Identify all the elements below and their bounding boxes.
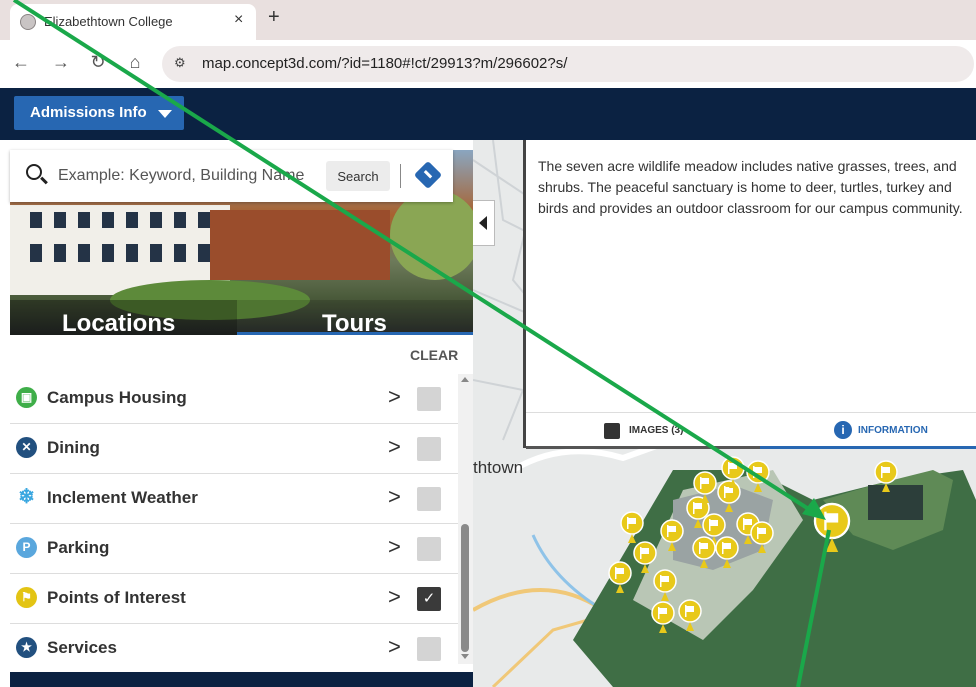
site-info-icon[interactable]: ⚙	[174, 55, 186, 71]
map-place-label: thtown	[473, 458, 524, 477]
url-text[interactable]: map.concept3d.com/?id=1180#!ct/29913?m/2…	[202, 55, 567, 72]
browser-toolbar: ← → ↻ ⌂ ⚙ map.concept3d.com/?id=1180#!ct…	[0, 40, 976, 88]
category-label: Services	[47, 638, 117, 657]
category-row-dining[interactable]: ✕ Dining >	[10, 424, 458, 474]
reload-icon[interactable]: ↻	[87, 52, 109, 73]
star-icon: ★	[16, 637, 37, 658]
tab-locations-label[interactable]: Locations	[62, 310, 175, 335]
tree-graphic	[390, 190, 473, 280]
flag-icon: ⚑	[16, 587, 37, 608]
category-row-inclement-weather[interactable]: ❄ Inclement Weather >	[10, 474, 458, 524]
category-row-services[interactable]: ★ Services >	[10, 624, 458, 664]
info-icon: i	[834, 421, 852, 439]
category-label: Campus Housing	[47, 388, 187, 407]
category-row-points-of-interest[interactable]: ⚑ Points of Interest > ✓	[10, 574, 458, 624]
category-checkbox[interactable]	[417, 487, 441, 511]
admissions-info-button[interactable]: Admissions Info	[14, 96, 184, 130]
category-checkbox-checked[interactable]: ✓	[417, 587, 441, 611]
tab-images-label: IMAGES (3)	[629, 425, 684, 436]
chevron-right-icon[interactable]: >	[388, 634, 401, 660]
back-icon[interactable]: ←	[10, 52, 32, 73]
building-windows	[30, 212, 210, 228]
category-scrollbar[interactable]	[458, 374, 473, 664]
close-tab-icon[interactable]: ×	[234, 11, 243, 29]
category-label: Parking	[47, 538, 110, 557]
tab-tours-label[interactable]: Tours	[322, 310, 387, 335]
browser-tab[interactable]: Elizabethtown College ×	[10, 4, 256, 40]
chevron-right-icon[interactable]: >	[388, 384, 401, 410]
category-checkbox[interactable]	[417, 437, 441, 461]
tab-information[interactable]: i INFORMATION	[760, 413, 976, 449]
scroll-up-icon[interactable]	[461, 377, 469, 382]
forward-icon[interactable]: →	[50, 52, 72, 73]
tab-information-label: INFORMATION	[858, 425, 928, 436]
category-row-parking[interactable]: P Parking >	[10, 524, 458, 574]
search-bar: Search	[10, 150, 453, 202]
image-icon	[604, 423, 620, 439]
browser-tab-strip: Elizabethtown College × +	[0, 0, 976, 40]
tab-title: Elizabethtown College	[44, 14, 173, 29]
tab-images[interactable]: IMAGES (3)	[526, 413, 760, 449]
college-favicon-icon	[20, 14, 36, 30]
chevron-right-icon[interactable]: >	[388, 484, 401, 510]
directions-icon[interactable]	[413, 160, 443, 190]
search-button[interactable]: Search	[326, 161, 390, 191]
scroll-down-icon[interactable]	[461, 654, 469, 659]
info-panel-tabs: IMAGES (3) i INFORMATION	[526, 412, 976, 449]
home-icon[interactable]: ⌂	[124, 52, 146, 73]
panel-footer	[10, 672, 473, 687]
location-info-panel: The seven acre wildlife meadow includes …	[523, 140, 976, 449]
category-list: ▣ Campus Housing > ✕ Dining > ❄ Inclemen…	[10, 374, 458, 664]
chevron-right-icon[interactable]: >	[388, 434, 401, 460]
category-label: Inclement Weather	[47, 488, 198, 507]
building-windows	[30, 244, 210, 262]
category-checkbox[interactable]	[417, 537, 441, 561]
snowflake-icon: ❄	[18, 486, 35, 508]
scrollbar-thumb[interactable]	[461, 524, 469, 652]
search-input[interactable]	[58, 164, 323, 188]
caret-left-icon	[479, 216, 487, 230]
admissions-info-label: Admissions Info	[30, 104, 147, 121]
app-header: Admissions Info	[0, 88, 976, 140]
housing-icon: ▣	[16, 387, 37, 408]
left-panel: Locations Tours Search CLEAR ▣ Campus Ho…	[10, 140, 473, 687]
address-bar[interactable]: ⚙ map.concept3d.com/?id=1180#!ct/29913?m…	[162, 46, 974, 82]
search-icon	[26, 164, 42, 180]
chevron-right-icon[interactable]: >	[388, 534, 401, 560]
collapse-panel-button[interactable]	[473, 200, 495, 246]
dining-icon: ✕	[16, 437, 37, 458]
new-tab-icon[interactable]: +	[268, 6, 280, 29]
caret-down-icon	[158, 110, 172, 118]
category-label: Points of Interest	[47, 588, 186, 607]
chevron-right-icon[interactable]: >	[388, 584, 401, 610]
clear-button[interactable]: CLEAR	[410, 347, 458, 363]
category-label: Dining	[47, 438, 100, 457]
screen: Elizabethtown College × + ← → ↻ ⌂ ⚙ map.…	[0, 0, 976, 687]
parking-icon: P	[16, 537, 37, 558]
location-description: The seven acre wildlife meadow includes …	[538, 158, 963, 216]
brick-building-graphic	[210, 210, 390, 280]
divider	[400, 164, 401, 188]
category-checkbox[interactable]	[417, 387, 441, 411]
category-row-campus-housing[interactable]: ▣ Campus Housing >	[10, 374, 458, 424]
category-checkbox[interactable]	[417, 637, 441, 661]
